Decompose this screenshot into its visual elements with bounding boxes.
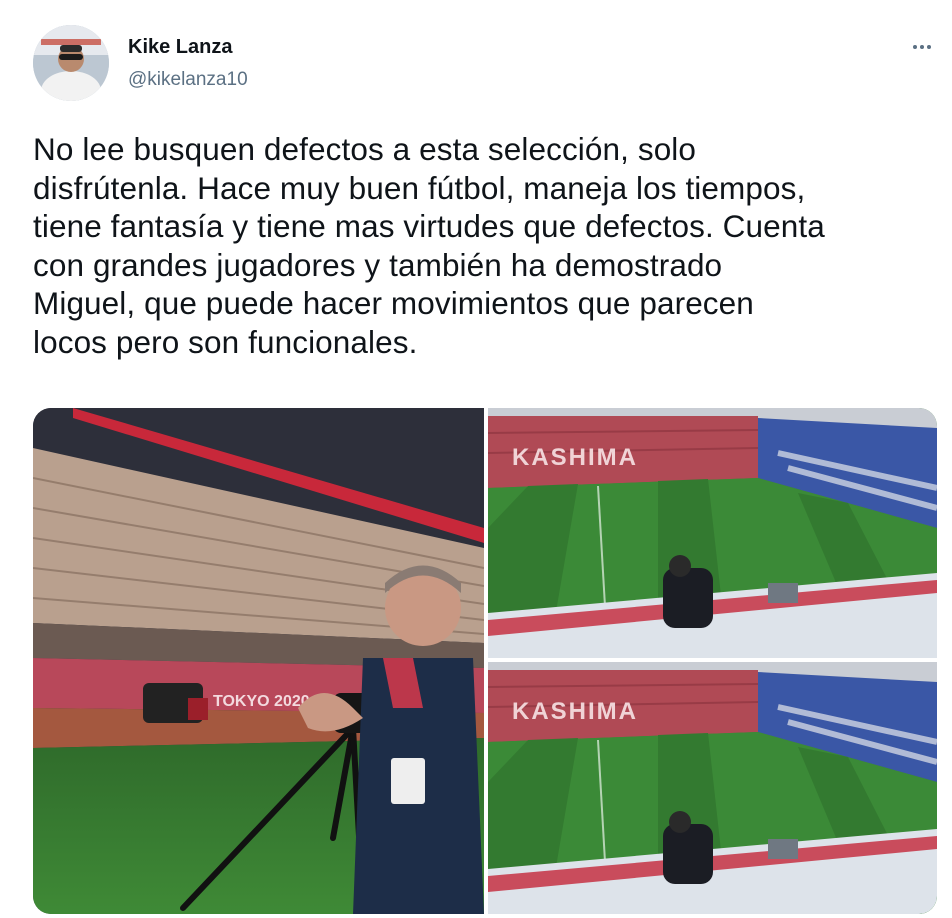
author-avatar[interactable] [33, 25, 109, 101]
stand-text: KASHIMA [512, 698, 638, 725]
media-photo-stadium-top[interactable]: KASHIMA [488, 408, 937, 658]
media-photo-stadium-bottom[interactable]: KASHIMA [488, 662, 937, 914]
tweet-text-line: Miguel, que puede hacer movimientos que … [33, 285, 754, 321]
tweet-card: Kike Lanza @kikelanza10 No lee busquen d… [0, 0, 952, 918]
board-text: TOKYO 2020 [213, 693, 310, 710]
tweet-text-line: con grandes jugadores y también ha demos… [33, 246, 723, 283]
stand-text: KASHIMA [512, 444, 638, 471]
media-grid: TOKYO 2020 KASHIMA KASHIMA [33, 408, 937, 914]
tweet-text-line: locos pero son funcionales. [33, 323, 418, 360]
tweet-text-line: disfrútenla. Hace muy buen fútbol, manej… [33, 169, 806, 206]
media-photo-reporter[interactable]: TOKYO 2020 [33, 408, 484, 914]
more-options-icon[interactable] [906, 36, 938, 58]
author-handle[interactable]: @kikelanza10 [128, 69, 248, 91]
tweet-text: No lee busquen defectos a esta selección… [33, 130, 933, 361]
author-name[interactable]: Kike Lanza [128, 36, 232, 59]
tweet-text-line: tiene fantasía y tiene mas virtudes que … [33, 208, 825, 244]
tweet-text-line: No lee busquen defectos a esta selección… [33, 131, 697, 167]
avatar-photo [33, 25, 109, 101]
